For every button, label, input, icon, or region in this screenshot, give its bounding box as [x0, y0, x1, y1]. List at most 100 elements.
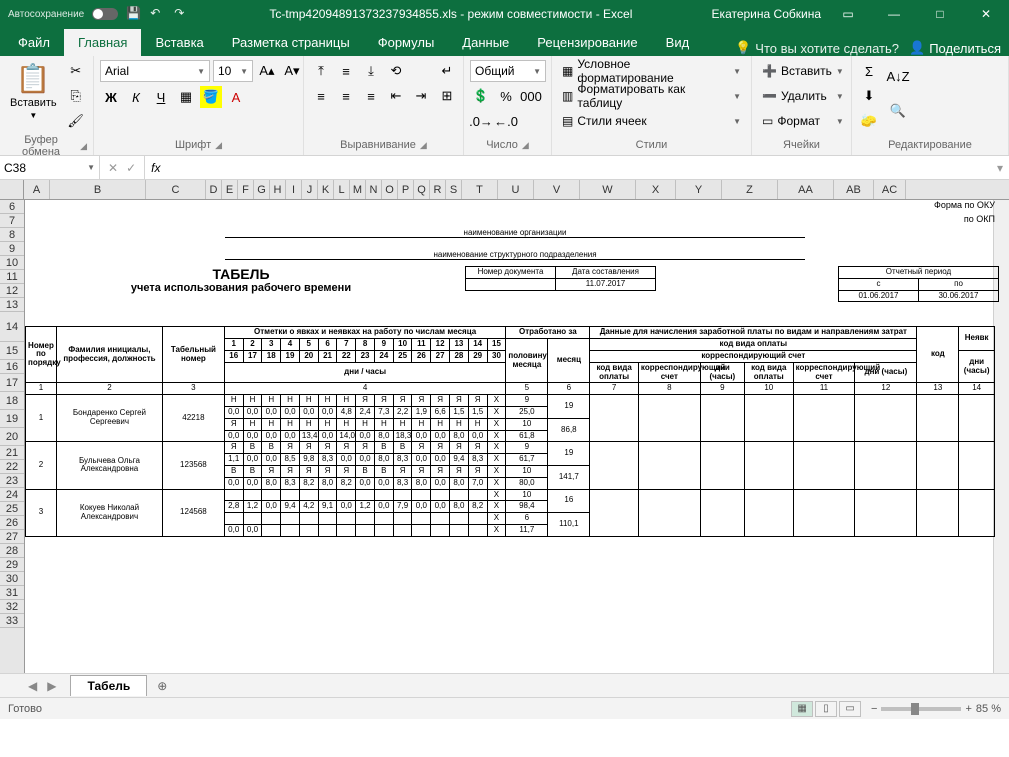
col-header[interactable]: AC: [874, 180, 906, 199]
insert-cells-button[interactable]: ➕Вставить▼: [758, 60, 848, 82]
col-header[interactable]: M: [350, 180, 366, 199]
col-header[interactable]: R: [430, 180, 446, 199]
fill-icon[interactable]: ⬇: [858, 85, 880, 107]
minimize-icon[interactable]: —: [871, 0, 917, 28]
row-header[interactable]: 16: [0, 360, 24, 374]
close-icon[interactable]: ✕: [963, 0, 1009, 28]
italic-button[interactable]: К: [125, 86, 147, 108]
font-size-combo[interactable]: 10▼: [213, 60, 253, 82]
undo-icon[interactable]: ↶: [150, 6, 166, 22]
row-header[interactable]: 25: [0, 502, 24, 516]
zoom-in-icon[interactable]: +: [965, 703, 971, 715]
clear-icon[interactable]: 🧽: [858, 110, 880, 132]
col-header[interactable]: H: [270, 180, 286, 199]
indent-decrease-icon[interactable]: ⇤: [385, 85, 407, 107]
delete-cells-button[interactable]: ➖Удалить▼: [758, 85, 848, 107]
row-header[interactable]: 21: [0, 446, 24, 460]
fx-icon[interactable]: fx: [145, 161, 166, 175]
view-normal-icon[interactable]: ▦: [791, 701, 813, 717]
row-header[interactable]: 19: [0, 410, 24, 428]
row-header[interactable]: 11: [0, 270, 24, 284]
number-format-combo[interactable]: Общий▼: [470, 60, 546, 82]
paste-button[interactable]: 📋 Вставить ▼: [6, 60, 61, 122]
row-header[interactable]: 32: [0, 600, 24, 614]
sheet-tab-active[interactable]: Табель: [70, 675, 147, 696]
align-bottom-icon[interactable]: ⤓: [360, 60, 382, 82]
col-header[interactable]: T: [462, 180, 498, 199]
borders-icon[interactable]: ▦: [175, 86, 197, 108]
conditional-formatting-button[interactable]: ▦Условное форматирование▼: [558, 60, 745, 82]
col-header[interactable]: K: [318, 180, 334, 199]
col-header[interactable]: J: [302, 180, 318, 199]
expand-formula-icon[interactable]: ▾: [991, 161, 1009, 175]
align-right-icon[interactable]: ≡: [360, 85, 382, 107]
tab-home[interactable]: Главная: [64, 29, 141, 56]
col-header[interactable]: I: [286, 180, 302, 199]
row-header[interactable]: 26: [0, 516, 24, 530]
row-header[interactable]: 10: [0, 256, 24, 270]
row-header[interactable]: 8: [0, 228, 24, 242]
col-header[interactable]: E: [222, 180, 238, 199]
save-icon[interactable]: 💾: [126, 6, 142, 22]
format-painter-icon[interactable]: 🖌: [65, 110, 87, 132]
enter-formula-icon[interactable]: ✓: [126, 161, 136, 175]
col-header[interactable]: S: [446, 180, 462, 199]
row-header[interactable]: 22: [0, 460, 24, 474]
col-header[interactable]: L: [334, 180, 350, 199]
cell-styles-button[interactable]: ▤Стили ячеек▼: [558, 110, 745, 132]
font-color-icon[interactable]: A: [225, 86, 247, 108]
col-header[interactable]: C: [146, 180, 206, 199]
user-name[interactable]: Екатерина Собкина: [712, 7, 821, 21]
col-header[interactable]: AA: [778, 180, 834, 199]
col-header[interactable]: B: [50, 180, 146, 199]
row-header[interactable]: 7: [0, 214, 24, 228]
col-header[interactable]: V: [534, 180, 580, 199]
col-header[interactable]: P: [398, 180, 414, 199]
col-header[interactable]: Y: [676, 180, 722, 199]
col-header[interactable]: Q: [414, 180, 430, 199]
dialog-launcher-icon[interactable]: ◢: [215, 140, 222, 151]
col-header[interactable]: D: [206, 180, 222, 199]
tab-view[interactable]: Вид: [652, 29, 704, 56]
tab-file[interactable]: Файл: [4, 29, 64, 56]
decrease-font-icon[interactable]: A▾: [281, 60, 303, 82]
comma-icon[interactable]: 000: [520, 85, 542, 107]
redo-icon[interactable]: ↷: [174, 6, 190, 22]
sheet-nav-prev-icon[interactable]: ◀: [28, 679, 47, 693]
align-middle-icon[interactable]: ≡: [335, 60, 357, 82]
row-header[interactable]: 24: [0, 488, 24, 502]
row-header[interactable]: 13: [0, 298, 24, 312]
format-as-table-button[interactable]: ▥Форматировать как таблицу▼: [558, 85, 745, 107]
col-header[interactable]: A: [24, 180, 50, 199]
col-header[interactable]: AB: [834, 180, 874, 199]
row-header[interactable]: 6: [0, 200, 24, 214]
col-header[interactable]: O: [382, 180, 398, 199]
zoom-slider[interactable]: [881, 707, 961, 711]
col-header[interactable]: N: [366, 180, 382, 199]
underline-button[interactable]: Ч: [150, 86, 172, 108]
sheet-nav-next-icon[interactable]: ▶: [47, 679, 70, 693]
increase-decimal-icon[interactable]: .0→: [470, 110, 492, 132]
align-center-icon[interactable]: ≡: [335, 85, 357, 107]
find-select-icon[interactable]: 🔍: [884, 95, 912, 127]
currency-icon[interactable]: 💲: [470, 85, 492, 107]
sort-filter-icon[interactable]: A↓Z: [884, 60, 912, 92]
dialog-launcher-icon[interactable]: ◢: [420, 140, 427, 151]
row-header[interactable]: 23: [0, 474, 24, 488]
autosave-toggle[interactable]: [92, 8, 118, 20]
select-all-corner[interactable]: [0, 180, 24, 199]
merge-cells-icon[interactable]: ⊞: [436, 85, 458, 107]
tab-review[interactable]: Рецензирование: [523, 29, 651, 56]
ribbon-options-icon[interactable]: ▭: [825, 0, 871, 28]
col-header[interactable]: W: [580, 180, 636, 199]
format-cells-button[interactable]: ▭Формат▼: [758, 110, 848, 132]
view-page-break-icon[interactable]: ▭: [839, 701, 861, 717]
row-header[interactable]: 20: [0, 428, 24, 446]
row-header[interactable]: 18: [0, 392, 24, 410]
align-left-icon[interactable]: ≡: [310, 85, 332, 107]
copy-icon[interactable]: ⎘: [65, 85, 87, 107]
row-header[interactable]: 15: [0, 342, 24, 360]
col-header[interactable]: X: [636, 180, 676, 199]
fill-color-icon[interactable]: 🪣: [200, 86, 222, 108]
share-button[interactable]: 👤 Поделиться: [909, 40, 1001, 56]
